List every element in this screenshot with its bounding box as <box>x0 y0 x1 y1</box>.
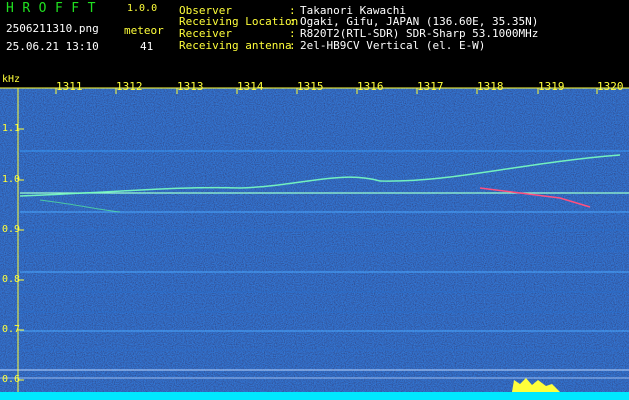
date-time: 25.06.21 13:10 <box>6 40 99 53</box>
meteor-count: 41 <box>140 40 154 53</box>
y-tick-label: 1.0 <box>2 174 21 185</box>
x-tick-label: 1314 <box>237 80 264 93</box>
x-tick-label: 1311 <box>56 80 83 93</box>
spectrogram-noise <box>0 88 629 398</box>
antenna-label: Receiving antenna <box>179 39 292 52</box>
separator: : <box>289 15 296 28</box>
level-bar <box>0 392 629 400</box>
separator: : <box>289 39 296 52</box>
header-panel: HROFFT 1.0.0 2506211310.png 25.06.21 13:… <box>0 0 629 70</box>
file-name: 2506211310.png <box>6 22 99 35</box>
x-tick-label: 1316 <box>357 80 384 93</box>
x-tick-label: 1313 <box>177 80 204 93</box>
app-name: HROFFT <box>6 1 104 16</box>
y-unit-label: kHz <box>2 74 21 85</box>
x-tick-label: 1319 <box>538 80 565 93</box>
x-tick-label: 1312 <box>116 80 143 93</box>
y-tick-label: 0.9 <box>2 224 21 235</box>
location-label: Receiving Location <box>179 15 299 28</box>
x-tick-label: 1315 <box>297 80 324 93</box>
y-tick-label: 0.7 <box>2 324 21 335</box>
x-tick-label: 1318 <box>477 80 504 93</box>
antenna-value: 2el-HB9CV Vertical (el. E-W) <box>300 39 486 52</box>
y-tick-label: 0.6 <box>2 374 21 385</box>
receiver-label: Receiver <box>179 27 232 40</box>
app-version: 1.0.0 <box>127 3 158 14</box>
location-value: Ogaki, Gifu, JAPAN (136.60E, 35.35N) <box>300 15 539 28</box>
receiver-value: R820T2(RTL-SDR) SDR-Sharp 53.1000MHz <box>300 27 539 40</box>
y-tick-label: 1.1 <box>2 123 21 134</box>
spectrogram <box>0 87 629 400</box>
meteor-label: meteor <box>124 24 164 37</box>
y-tick-label: 0.8 <box>2 274 21 285</box>
x-tick-label: 1320 <box>597 80 624 93</box>
separator: : <box>289 27 296 40</box>
x-tick-label: 1317 <box>417 80 444 93</box>
